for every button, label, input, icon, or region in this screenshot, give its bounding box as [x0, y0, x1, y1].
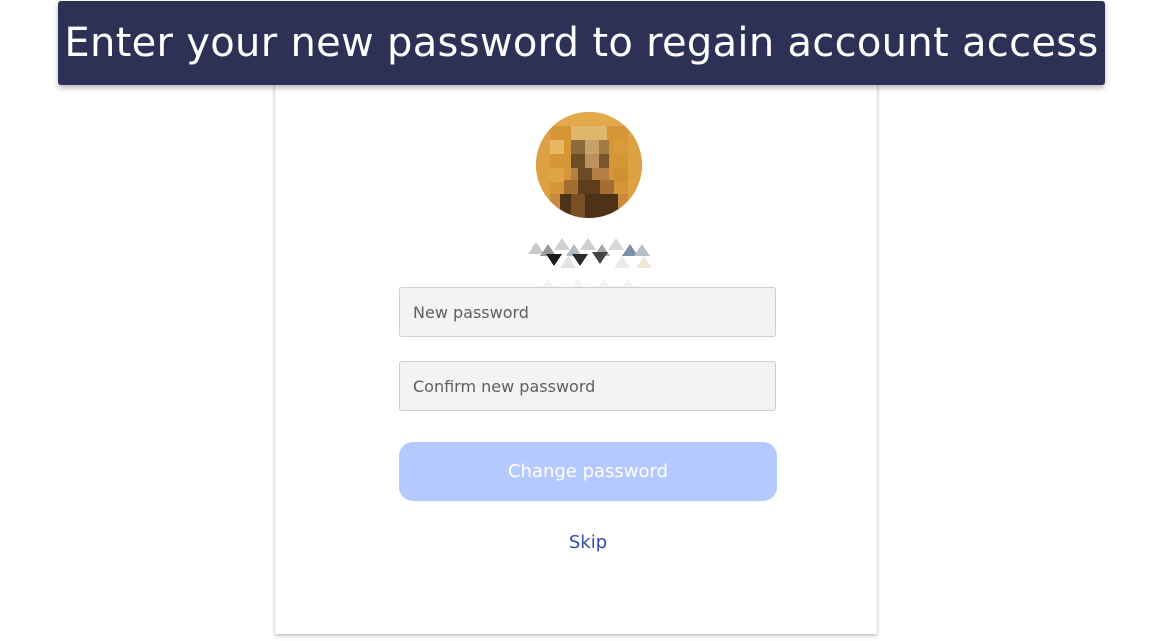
banner-title: Enter your new password to regain accoun…	[64, 20, 1099, 66]
change-password-button[interactable]: Change password	[399, 442, 777, 501]
avatar	[536, 112, 642, 218]
page: Enter your new password to regain accoun…	[0, 0, 1167, 641]
caption-banner: Enter your new password to regain accoun…	[58, 1, 1105, 85]
skip-link[interactable]: Skip	[0, 532, 1167, 553]
confirm-password-input[interactable]	[411, 375, 764, 397]
confirm-password-field[interactable]	[399, 361, 776, 411]
new-password-input[interactable]	[411, 301, 764, 323]
new-password-field[interactable]	[399, 287, 776, 337]
